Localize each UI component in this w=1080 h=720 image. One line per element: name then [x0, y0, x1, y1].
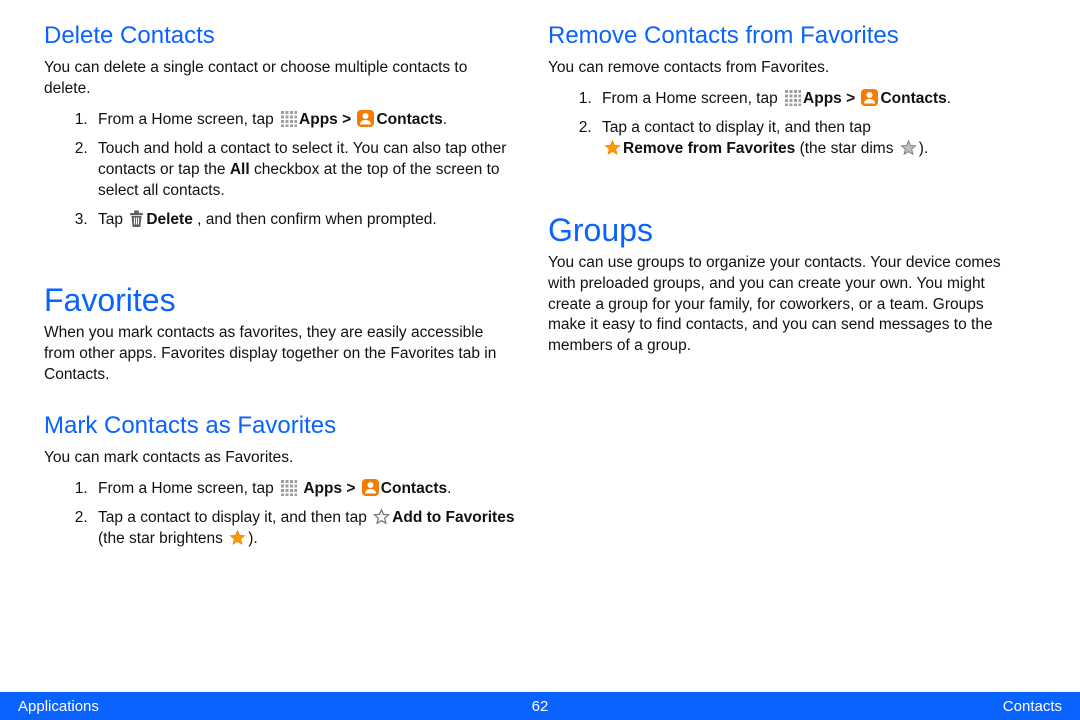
document-page: Delete Contacts You can delete a single …	[0, 0, 1080, 720]
heading-delete-contacts: Delete Contacts	[44, 22, 518, 50]
heading-favorites: Favorites	[44, 282, 518, 319]
remove-step-2: Tap a contact to display it, and then ta…	[596, 118, 1018, 160]
mark-intro: You can mark contacts as Favorites.	[44, 448, 518, 469]
contacts-icon	[861, 89, 878, 106]
heading-mark-favorites: Mark Contacts as Favorites	[44, 412, 518, 440]
delete-step-2: Touch and hold a contact to select it. Y…	[92, 139, 518, 202]
heading-remove-favorites: Remove Contacts from Favorites	[548, 22, 1018, 50]
mark-step-2: Tap a contact to display it, and then ta…	[92, 508, 518, 550]
star-dim-icon	[900, 139, 917, 156]
footer-page-number: 62	[532, 698, 549, 715]
star-filled-icon	[229, 529, 246, 546]
remove-intro: You can remove contacts from Favorites.	[548, 58, 1018, 79]
delete-intro: You can delete a single contact or choos…	[44, 58, 518, 100]
heading-groups: Groups	[548, 212, 1018, 249]
delete-step-1: From a Home screen, tap Apps > Contacts.	[92, 110, 518, 131]
mark-step-1: From a Home screen, tap Apps > Contacts.	[92, 479, 518, 500]
delete-step-3: Tap Delete , and then confirm when promp…	[92, 210, 518, 231]
contacts-icon	[357, 110, 374, 127]
apps-grid-icon	[280, 110, 297, 127]
remove-step-1: From a Home screen, tap Apps > Contacts.	[596, 89, 1018, 110]
footer-left: Applications	[18, 698, 99, 715]
left-column: Delete Contacts You can delete a single …	[44, 22, 546, 694]
mark-steps: From a Home screen, tap Apps > Contacts.…	[44, 479, 518, 550]
page-footer: Applications 62 Contacts	[0, 692, 1080, 720]
contacts-icon	[362, 479, 379, 496]
favorites-intro: When you mark contacts as favorites, the…	[44, 323, 518, 386]
right-column: Remove Contacts from Favorites You can r…	[546, 22, 1048, 694]
star-filled-icon	[604, 139, 621, 156]
page-columns: Delete Contacts You can delete a single …	[0, 0, 1080, 694]
apps-grid-icon	[784, 89, 801, 106]
footer-right: Contacts	[1003, 698, 1062, 715]
groups-intro: You can use groups to organize your cont…	[548, 253, 1018, 358]
remove-steps: From a Home screen, tap Apps > Contacts.…	[548, 89, 1018, 160]
trash-icon	[129, 210, 144, 227]
apps-grid-icon	[280, 479, 297, 496]
delete-steps: From a Home screen, tap Apps > Contacts.…	[44, 110, 518, 231]
star-outline-icon	[373, 508, 390, 525]
